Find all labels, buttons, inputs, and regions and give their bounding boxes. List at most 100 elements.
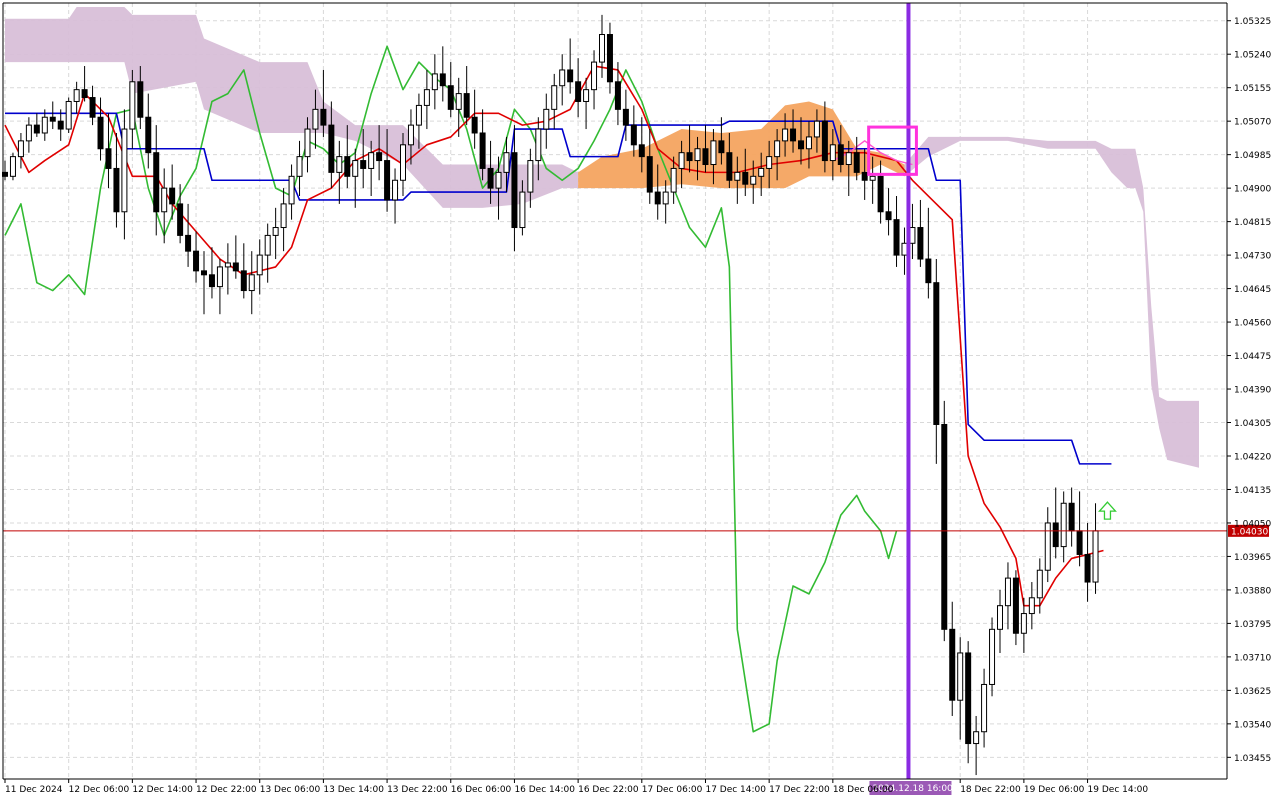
candle-body[interactable] <box>320 108 327 126</box>
candle-body[interactable] <box>678 152 685 169</box>
candle-body[interactable] <box>1004 577 1011 607</box>
candle-body[interactable] <box>1020 613 1027 634</box>
candle-body[interactable] <box>185 234 192 252</box>
candle-body[interactable] <box>224 262 231 268</box>
candle-body[interactable] <box>41 116 48 134</box>
candle-body[interactable] <box>121 128 128 213</box>
candle-body[interactable] <box>861 171 868 181</box>
candle-body[interactable] <box>877 175 884 213</box>
candle-body[interactable] <box>543 108 550 130</box>
candle-body[interactable] <box>798 140 804 150</box>
candle-body[interactable] <box>941 423 948 630</box>
candle-body[interactable] <box>328 124 335 173</box>
candle-body[interactable] <box>216 266 223 288</box>
candle-body[interactable] <box>893 219 900 256</box>
candle-body[interactable] <box>869 175 876 181</box>
candle-body[interactable] <box>423 89 430 106</box>
candle-body[interactable] <box>638 144 645 158</box>
candle-body[interactable] <box>583 89 590 102</box>
candle-body[interactable] <box>376 152 383 162</box>
candle-body[interactable] <box>813 120 820 138</box>
candle-body[interactable] <box>646 156 653 193</box>
candle-body[interactable] <box>479 132 486 169</box>
candle-body[interactable] <box>782 128 789 142</box>
candle-body[interactable] <box>256 254 263 276</box>
candle-body[interactable] <box>137 81 144 118</box>
candle-body[interactable] <box>161 187 168 213</box>
candle-body[interactable] <box>9 156 16 177</box>
candle-body[interactable] <box>495 171 502 189</box>
candle-body[interactable] <box>1036 569 1043 599</box>
candle-body[interactable] <box>901 242 908 256</box>
candle-body[interactable] <box>352 160 359 177</box>
candle-body[interactable] <box>105 148 112 169</box>
candle-body[interactable] <box>240 270 247 292</box>
candle-body[interactable] <box>439 73 446 87</box>
candle-body[interactable] <box>853 152 860 173</box>
candle-body[interactable] <box>726 152 733 181</box>
candle-body[interactable] <box>169 187 176 205</box>
candle-body[interactable] <box>1076 530 1083 555</box>
candle-body[interactable] <box>392 179 399 201</box>
candle-body[interactable] <box>232 262 239 272</box>
candle-body[interactable] <box>208 274 215 288</box>
candle-body[interactable] <box>17 140 24 158</box>
candle-body[interactable] <box>280 203 287 229</box>
candle-body[interactable] <box>129 81 136 130</box>
candle-body[interactable] <box>973 731 980 745</box>
candle-body[interactable] <box>113 167 120 213</box>
candle-body[interactable] <box>909 227 916 244</box>
candle-body[interactable] <box>519 191 526 229</box>
candle-body[interactable] <box>304 128 311 158</box>
candle-body[interactable] <box>65 100 72 130</box>
candle-body[interactable] <box>774 140 781 158</box>
candle-body[interactable] <box>949 628 956 701</box>
candle-body[interactable] <box>989 628 996 685</box>
candle-body[interactable] <box>1052 522 1059 548</box>
candle-body[interactable] <box>33 124 40 134</box>
candle-body[interactable] <box>1068 502 1075 532</box>
candle-body[interactable] <box>997 605 1003 630</box>
candle-body[interactable] <box>89 97 96 118</box>
candle-body[interactable] <box>734 171 741 181</box>
candle-body[interactable] <box>606 34 613 83</box>
candle-body[interactable] <box>965 652 972 745</box>
candle-body[interactable] <box>1028 597 1035 615</box>
candle-body[interactable] <box>837 144 844 166</box>
candle-body[interactable] <box>57 120 64 130</box>
candle-body[interactable] <box>845 152 852 166</box>
candle-body[interactable] <box>1092 530 1099 583</box>
candle-body[interactable] <box>177 203 184 236</box>
candle-body[interactable] <box>790 128 797 142</box>
candle-body[interactable] <box>384 160 391 201</box>
candle-body[interactable] <box>1060 502 1067 548</box>
candle-body[interactable] <box>1084 553 1091 583</box>
candle-body[interactable] <box>264 234 271 256</box>
candle-body[interactable] <box>49 116 56 122</box>
candle-body[interactable] <box>933 282 940 425</box>
price-chart-svg[interactable]: 1.040302024.12.18 16:00 1.053251.052401.… <box>0 0 1280 800</box>
candle-body[interactable] <box>471 116 478 134</box>
candle-body[interactable] <box>694 148 701 162</box>
candle-body[interactable] <box>917 227 924 260</box>
candle-body[interactable] <box>622 108 629 126</box>
candle-body[interactable] <box>829 144 836 162</box>
candle-body[interactable] <box>25 124 32 142</box>
candle-body[interactable] <box>718 140 725 154</box>
candle-body[interactable] <box>535 128 542 162</box>
candle-body[interactable] <box>702 148 709 166</box>
candle-body[interactable] <box>463 93 470 118</box>
candle-body[interactable] <box>559 69 566 87</box>
candle-body[interactable] <box>662 191 669 205</box>
candle-body[interactable] <box>957 652 964 701</box>
candle-body[interactable] <box>336 156 343 173</box>
candle-body[interactable] <box>599 34 605 63</box>
candle-body[interactable] <box>551 85 558 110</box>
candle-body[interactable] <box>654 191 661 205</box>
candle-body[interactable] <box>591 61 598 91</box>
candle-body[interactable] <box>153 152 160 213</box>
candle-body[interactable] <box>630 124 637 146</box>
candle-body[interactable] <box>145 116 152 154</box>
candle-body[interactable] <box>925 258 932 284</box>
candle-body[interactable] <box>360 160 367 169</box>
